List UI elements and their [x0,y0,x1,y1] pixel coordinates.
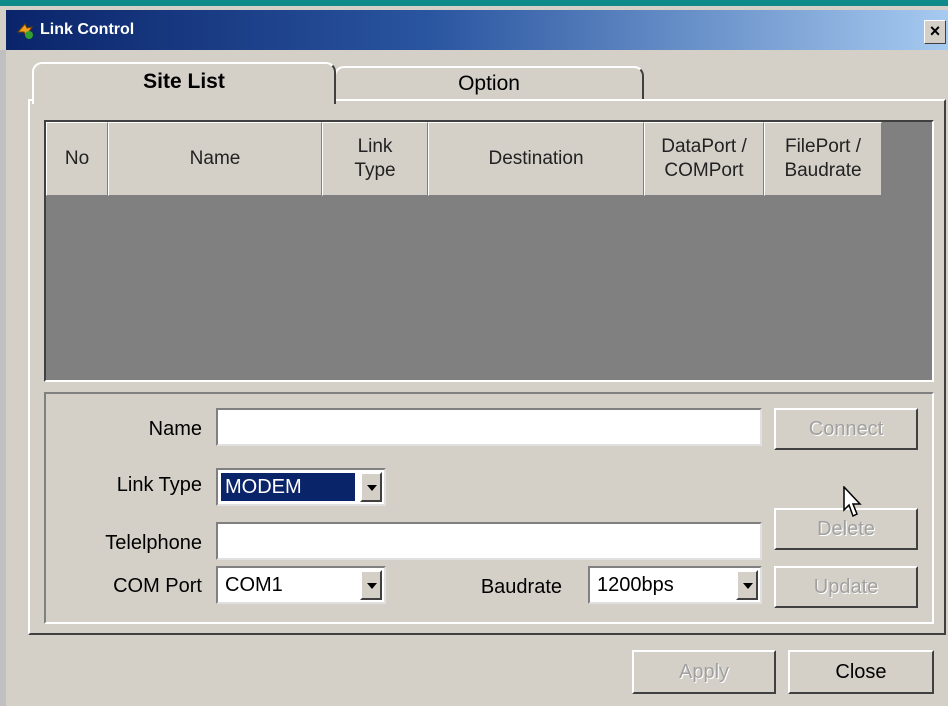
site-list-grid[interactable]: No Name Link Type Destination DataPort /… [44,120,934,382]
baudrate-label: Baudrate [480,576,562,598]
title-bar[interactable]: Link Control × [6,10,948,50]
update-button[interactable]: Update [774,566,918,608]
link-type-label: Link Type [116,474,202,496]
top-border [0,0,948,6]
col-header-fileport-baudrate[interactable]: FilePort / Baudrate [764,122,882,196]
chevron-down-icon [367,583,377,589]
window-title: Link Control [40,21,135,38]
name-label: Name [148,418,202,440]
name-field[interactable] [216,408,762,446]
com-port-select[interactable]: COM1 [216,566,386,604]
col-header-name[interactable]: Name [108,122,322,196]
close-button[interactable]: Close [788,650,934,694]
com-port-dropdown-button[interactable] [360,570,382,600]
close-icon[interactable]: × [924,20,946,44]
chevron-down-icon [367,485,377,491]
col-header-destination[interactable]: Destination [428,122,644,196]
link-control-window: Link Control × Site List Option No Name … [0,0,948,706]
link-type-dropdown-button[interactable] [360,472,382,502]
app-icon [16,23,34,39]
link-type-value: MODEM [220,472,356,502]
left-edge [0,50,6,706]
baudrate-value: 1200bps [597,574,674,596]
mouse-pointer-icon [843,486,862,518]
tab-site-list[interactable]: Site List [32,62,336,104]
baudrate-dropdown-button[interactable] [736,570,758,600]
link-type-select[interactable]: MODEM [216,468,386,506]
tab-option[interactable]: Option [334,66,644,100]
com-port-value: COM1 [225,574,283,596]
col-header-dataport-comport[interactable]: DataPort / COMPort [644,122,764,196]
telephone-label: Telelphone [105,532,202,554]
grid-header: No Name Link Type Destination DataPort /… [46,122,882,198]
apply-button[interactable]: Apply [632,650,776,694]
col-header-no[interactable]: No [46,122,108,196]
connect-button[interactable]: Connect [774,408,918,450]
chevron-down-icon [743,583,753,589]
telephone-field[interactable] [216,522,762,560]
col-header-link-type[interactable]: Link Type [322,122,428,196]
baudrate-select[interactable]: 1200bps [588,566,762,604]
com-port-label: COM Port [113,575,202,597]
